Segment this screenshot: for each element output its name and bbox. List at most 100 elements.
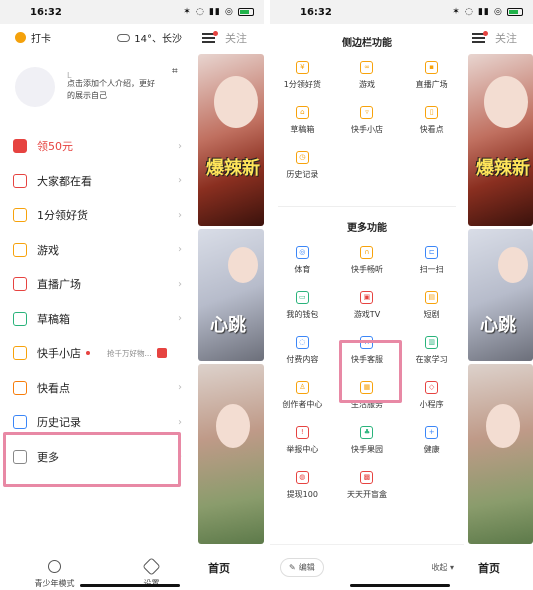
function-item[interactable]: ◷ 历史记录 bbox=[270, 151, 335, 196]
function-label: 快手果园 bbox=[350, 445, 383, 454]
function-item[interactable]: ▥ 在家学习 bbox=[399, 336, 464, 381]
function-item[interactable]: ▤ 短剧 bbox=[399, 291, 464, 336]
function-label: 游戏TV bbox=[353, 310, 381, 319]
cloud-icon bbox=[117, 33, 131, 42]
drawer-menu-label: 游戏 bbox=[37, 243, 59, 257]
video-thumbnail[interactable] bbox=[198, 364, 264, 544]
eye-icon bbox=[13, 173, 27, 188]
function-item[interactable]: ◇ 小程序 bbox=[399, 381, 464, 426]
checkin-button[interactable]: 打卡 bbox=[15, 30, 51, 45]
function-label: 快手小店 bbox=[350, 125, 383, 134]
function-icon: ⌂ bbox=[295, 106, 309, 119]
function-item[interactable]: ⊏ 扫一扫 bbox=[399, 246, 464, 291]
chevron-right-icon: › bbox=[178, 209, 182, 221]
function-item[interactable]: ⌂ 草稿箱 bbox=[270, 106, 335, 151]
function-item[interactable]: ! 举报中心 bbox=[270, 426, 335, 471]
function-label: 付费内容 bbox=[286, 355, 319, 364]
status-bar: 16:32 ✶ ◌ ▮▮ ◎ bbox=[270, 0, 533, 24]
video-overlay-text: 爆辣新 bbox=[476, 158, 530, 179]
function-item[interactable]: ▩ 天天开盲盒 bbox=[335, 471, 400, 516]
function-label: 直播广场 bbox=[415, 80, 448, 89]
tab-follow[interactable]: 关注 bbox=[495, 30, 517, 46]
function-icon: ◷ bbox=[295, 151, 309, 164]
feed-peek[interactable]: 关注 爆辣新 心跳 首页 bbox=[194, 24, 264, 590]
book-icon bbox=[13, 380, 27, 395]
function-item[interactable]: ◌ 付费内容 bbox=[270, 336, 335, 381]
feed-tabbar: 首页 bbox=[464, 550, 533, 590]
function-item[interactable]: ◍ 提现100 bbox=[270, 471, 335, 516]
tab-home[interactable]: 首页 bbox=[208, 560, 230, 576]
drawer-menu-item[interactable]: 快看点 › bbox=[0, 371, 194, 406]
folder-icon bbox=[13, 311, 27, 326]
function-label: 在家学习 bbox=[415, 355, 448, 364]
notification-dot bbox=[483, 31, 488, 36]
more-highlight-box bbox=[3, 432, 181, 487]
function-item[interactable]: ∞ 游戏 bbox=[335, 61, 400, 106]
function-item[interactable]: + 健康 bbox=[399, 426, 464, 471]
chevron-right-icon: › bbox=[178, 244, 182, 256]
function-item[interactable]: ▿ 快手小店 bbox=[335, 106, 400, 151]
drawer-menu-item[interactable]: 直播广场 › bbox=[0, 267, 194, 302]
function-item[interactable]: ∩ 快手畅听 bbox=[335, 246, 400, 291]
feed-tabbar: 首页 bbox=[194, 550, 264, 590]
function-item[interactable]: ♣ 快手果园 bbox=[335, 426, 400, 471]
function-icon: ♙ bbox=[295, 381, 309, 394]
more-functions-sheet: 侧边栏功能 ¥1分领好货 ∞ 游戏 ▪ 直播广场 ⌂ 草稿箱 ▿ 快手小店 ▯ 快看点 ◷ 历史记录 更… bbox=[270, 24, 464, 590]
drawer-menu-item[interactable]: 1分领好货 › bbox=[0, 198, 194, 233]
qr-code-icon[interactable]: ⌗ bbox=[172, 67, 182, 77]
function-item[interactable]: ¥1分领好货 bbox=[270, 61, 335, 106]
hamburger-icon[interactable] bbox=[202, 31, 218, 43]
function-label: 小程序 bbox=[419, 400, 444, 409]
gift-icon bbox=[13, 208, 27, 223]
function-label: 创作者中心 bbox=[282, 400, 323, 409]
tab-home[interactable]: 首页 bbox=[478, 560, 500, 576]
avatar[interactable] bbox=[15, 67, 55, 107]
drawer-menu-label: 历史记录 bbox=[37, 416, 81, 430]
function-icon: ◍ bbox=[295, 471, 309, 484]
drawer-menu-item[interactable]: 快手小店 抢千万好物... bbox=[0, 336, 194, 371]
coin-icon bbox=[15, 32, 26, 43]
weather-widget[interactable]: 14°、长沙 bbox=[117, 30, 182, 45]
function-label: 举报中心 bbox=[286, 445, 319, 454]
home-indicator bbox=[80, 584, 180, 587]
profile-intro[interactable]: 点击添加个人介绍，更好的展示自己 bbox=[67, 78, 160, 102]
video-face bbox=[228, 247, 258, 283]
function-item[interactable]: ▣ 游戏TV bbox=[335, 291, 400, 336]
hamburger-icon[interactable] bbox=[472, 31, 488, 43]
drawer-menu-item[interactable]: 草稿箱 › bbox=[0, 302, 194, 337]
video-thumbnail[interactable]: 心跳 bbox=[468, 229, 533, 361]
profile-name: L bbox=[67, 71, 72, 80]
feed-header: 关注 bbox=[194, 24, 264, 52]
function-icon: ▯ bbox=[425, 106, 439, 119]
profile-section[interactable]: L 点击添加个人介绍，更好的展示自己 ⌗ bbox=[0, 45, 194, 107]
profile-text: L 点击添加个人介绍，更好的展示自己 bbox=[67, 67, 160, 107]
function-item[interactable]: ◎ 体育 bbox=[270, 246, 335, 291]
video-thumbnail[interactable]: 爆辣新 bbox=[468, 54, 533, 226]
right-phone-screen: 16:32 ✶ ◌ ▮▮ ◎ 关注 爆辣新 心跳 首页 侧边栏功能 ¥1分领好货… bbox=[270, 0, 533, 590]
function-label: 我的钱包 bbox=[286, 310, 319, 319]
function-label: 游戏 bbox=[358, 80, 375, 89]
drawer-menu-item[interactable]: 大家都在看 › bbox=[0, 164, 194, 199]
function-item[interactable]: ▭ 我的钱包 bbox=[270, 291, 335, 336]
checkin-row: 打卡 14°、长沙 bbox=[0, 24, 194, 45]
function-icon: ▩ bbox=[360, 471, 374, 484]
teen-mode-button[interactable]: 青少年模式 bbox=[35, 560, 75, 589]
function-item[interactable]: ▯ 快看点 bbox=[399, 106, 464, 151]
video-thumbnail[interactable]: 爆辣新 bbox=[198, 54, 264, 226]
tab-follow[interactable]: 关注 bbox=[225, 30, 247, 46]
feed-peek[interactable]: 关注 爆辣新 心跳 首页 bbox=[464, 24, 533, 590]
left-phone-screen: 16:32 ✶ ◌ ▮▮ ◎ 关注 爆辣新 心跳 首页 打卡 14°、长沙 L … bbox=[0, 0, 264, 590]
function-item[interactable]: ▪ 直播广场 bbox=[399, 61, 464, 106]
function-icon: ! bbox=[295, 426, 309, 439]
function-icon: ▣ bbox=[360, 291, 374, 304]
drawer-menu-item[interactable]: 领50元 › bbox=[0, 129, 194, 164]
function-item[interactable]: ♙ 创作者中心 bbox=[270, 381, 335, 426]
sidebar-functions-title: 侧边栏功能 bbox=[342, 38, 392, 49]
drawer-menu-item[interactable]: 游戏 › bbox=[0, 233, 194, 268]
status-time: 16:32 bbox=[30, 6, 62, 18]
video-thumbnail[interactable] bbox=[468, 364, 533, 544]
collapse-button[interactable]: 收起 ▾ bbox=[431, 562, 454, 573]
edit-button[interactable]: ✎ 编辑 bbox=[280, 558, 324, 577]
video-thumbnail[interactable]: 心跳 bbox=[198, 229, 264, 361]
side-drawer: 打卡 14°、长沙 L 点击添加个人介绍，更好的展示自己 ⌗ 领50元 › 大家都在… bbox=[0, 24, 194, 590]
